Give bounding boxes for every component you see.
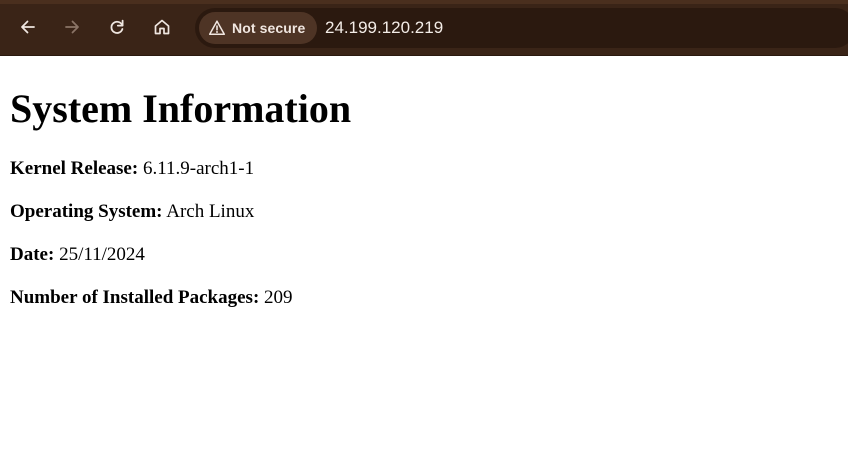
info-row-packages: Number of Installed Packages: 209 <box>10 287 293 309</box>
info-label: Operating System: <box>10 201 163 222</box>
url-text[interactable]: 24.199.120.219 <box>325 8 443 48</box>
info-row-date: Date: 25/11/2024 <box>10 244 145 266</box>
security-label: Not secure <box>232 20 306 36</box>
tab-strip-edge <box>0 0 848 4</box>
home-icon <box>152 17 172 37</box>
arrow-left-icon <box>18 17 38 37</box>
reload-icon <box>107 17 127 37</box>
arrow-right-icon <box>62 17 82 37</box>
reload-button[interactable] <box>100 10 134 44</box>
info-row-os: Operating System: Arch Linux <box>10 201 254 223</box>
home-button[interactable] <box>145 10 179 44</box>
browser-toolbar: Not secure 24.199.120.219 <box>0 0 848 56</box>
security-indicator[interactable]: Not secure <box>199 12 318 44</box>
info-row-kernel: Kernel Release: 6.11.9-arch1-1 <box>10 158 254 180</box>
warning-triangle-icon <box>208 19 226 37</box>
page-content: System Information Kernel Release: 6.11.… <box>10 56 830 308</box>
info-label: Date: <box>10 244 55 265</box>
info-value: 25/11/2024 <box>59 244 145 265</box>
page-title: System Information <box>10 86 352 131</box>
info-value: 6.11.9-arch1-1 <box>142 158 255 179</box>
forward-button[interactable] <box>55 10 89 44</box>
info-label: Number of Installed Packages: <box>10 287 260 308</box>
address-bar[interactable]: Not secure 24.199.120.219 <box>195 8 848 48</box>
info-value: Arch Linux <box>166 201 255 222</box>
info-value: 209 <box>264 287 293 308</box>
info-label: Kernel Release: <box>10 158 139 179</box>
back-button[interactable] <box>11 10 45 44</box>
